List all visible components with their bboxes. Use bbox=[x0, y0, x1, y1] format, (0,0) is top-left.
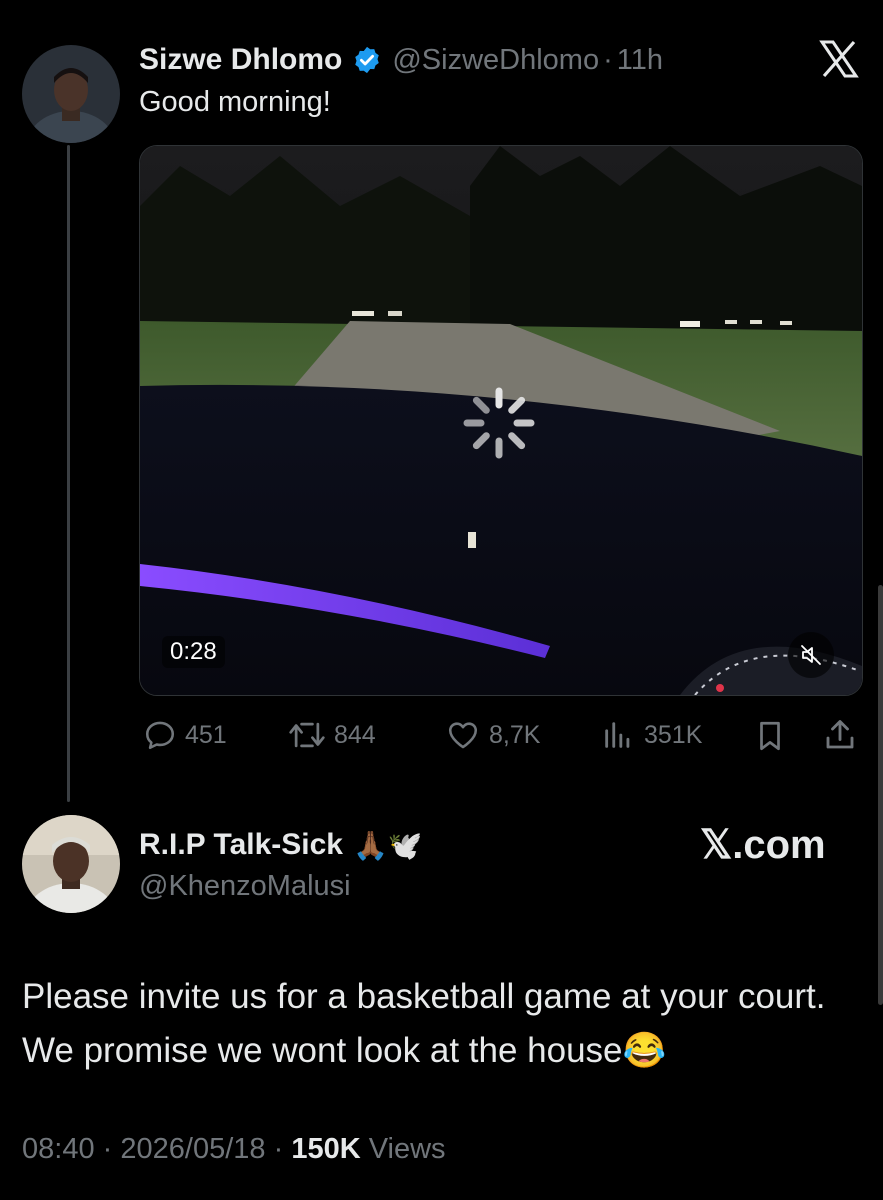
verified-badge-icon bbox=[352, 45, 382, 75]
post-time[interactable]: 08:40 bbox=[22, 1133, 95, 1165]
views-label: Views bbox=[368, 1133, 446, 1165]
mute-icon[interactable] bbox=[788, 632, 834, 678]
views-count: 351K bbox=[644, 720, 703, 749]
video-player[interactable]: 0:28 bbox=[139, 145, 863, 696]
tweet-time[interactable]: 11h bbox=[617, 44, 663, 77]
footer-separator: · bbox=[273, 1133, 284, 1165]
share-icon[interactable] bbox=[822, 716, 858, 759]
reply-text: Please invite us for a basketball game a… bbox=[22, 977, 826, 1070]
footer-separator: · bbox=[102, 1133, 113, 1165]
like-action[interactable]: 8,7K bbox=[445, 718, 540, 752]
author-avatar[interactable] bbox=[22, 45, 120, 143]
reply-header: R.I.P Talk-Sick 🙏🏾🕊️ bbox=[139, 825, 423, 865]
author-handle[interactable]: @SizweDhlomo bbox=[392, 44, 599, 77]
x-com-brand: 𝕏.com bbox=[700, 823, 826, 867]
reply-action[interactable]: 451 bbox=[143, 718, 227, 752]
post-date[interactable]: 2026/05/18 bbox=[120, 1133, 265, 1165]
views-total: 150K bbox=[291, 1133, 361, 1165]
author-name[interactable]: Sizwe Dhlomo bbox=[139, 43, 342, 77]
x-logo-icon[interactable] bbox=[819, 40, 859, 78]
repost-icon bbox=[288, 718, 326, 752]
reply-count: 451 bbox=[185, 720, 227, 749]
bookmark-icon[interactable] bbox=[753, 718, 787, 759]
like-count: 8,7K bbox=[489, 720, 541, 749]
video-duration: 0:28 bbox=[162, 636, 225, 668]
repost-count: 844 bbox=[334, 720, 376, 749]
views-icon bbox=[600, 718, 636, 752]
scrollbar[interactable] bbox=[878, 585, 883, 1005]
repost-action[interactable]: 844 bbox=[288, 718, 376, 752]
reply-author-name[interactable]: R.I.P Talk-Sick bbox=[139, 828, 343, 862]
reply-author-handle[interactable]: @KhenzoMalusi bbox=[139, 870, 351, 903]
name-emoji: 🙏🏾🕊️ bbox=[352, 829, 423, 861]
loading-spinner-icon bbox=[459, 383, 539, 463]
reply-icon bbox=[143, 718, 177, 752]
post-footer: 08:40 · 2026/05/18 · 150K Views bbox=[22, 1133, 446, 1166]
reply-author-avatar[interactable] bbox=[22, 815, 120, 913]
thread-line bbox=[67, 145, 70, 802]
views-action[interactable]: 351K bbox=[600, 718, 702, 752]
heart-icon bbox=[445, 718, 481, 752]
tweet-header: Sizwe Dhlomo @SizweDhlomo · 11h bbox=[139, 40, 663, 80]
tweet-text: Good morning! bbox=[139, 86, 331, 118]
meta-separator: · bbox=[603, 43, 613, 76]
